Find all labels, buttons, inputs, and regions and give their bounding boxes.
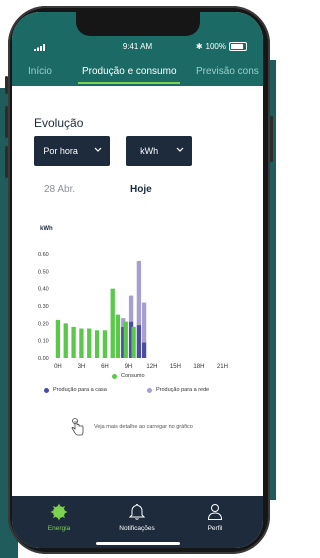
unit-select-value: kWh xyxy=(140,146,159,156)
legend-dot-consumo xyxy=(112,373,117,379)
bar-consumo xyxy=(55,319,61,358)
x-tick-label: 0H xyxy=(54,364,62,368)
x-tick-label: 9H xyxy=(125,364,133,368)
bar-producao-rede xyxy=(141,302,147,343)
energy-icon xyxy=(50,503,68,521)
bar-consumo xyxy=(131,326,136,358)
x-tick-label: 21H xyxy=(217,364,228,368)
bar-producao-rede xyxy=(128,295,134,322)
y-tick-label: 0.10 xyxy=(38,339,49,345)
nav-notificacoes-label: Notificações xyxy=(119,525,155,532)
mute-switch xyxy=(5,76,8,94)
y-tick-label: 0.60 xyxy=(38,252,49,258)
bar-consumo xyxy=(63,323,68,358)
bar-producao-casa xyxy=(136,325,142,358)
bar-consumo xyxy=(110,288,115,358)
bar-consumo xyxy=(87,328,92,358)
period-select[interactable]: Por hora xyxy=(34,136,110,166)
legend-label-casa: Produção para a casa xyxy=(53,387,107,393)
date-current[interactable]: Hoje xyxy=(130,184,152,195)
bar-consumo xyxy=(123,321,128,358)
nav-notificacoes[interactable]: Notificações xyxy=(102,502,172,532)
bar-producao-rede xyxy=(136,260,142,326)
volume-up-button xyxy=(5,106,8,138)
bar-consumo xyxy=(115,314,121,358)
section-title: Evolução xyxy=(34,116,84,130)
bar-consumo xyxy=(94,330,100,358)
y-tick-label: 0.30 xyxy=(38,304,49,310)
tab-previsao-consumo[interactable]: Previsão cons xyxy=(196,66,259,77)
legend-casa: Produção para a casa xyxy=(44,387,107,393)
bell-icon xyxy=(129,503,145,520)
bluetooth-icon: ✱ xyxy=(195,42,203,51)
x-tick-label: 3H xyxy=(78,364,86,368)
app-screen: 9:41 AM ✱ 100% Início Produção e consumo… xyxy=(12,12,263,548)
legend-dot-rede xyxy=(147,387,152,393)
hint-text: Veja mais detalhe ao carregar no gráfico xyxy=(94,424,193,430)
bar-consumo xyxy=(102,330,108,358)
x-tick-label: 18H xyxy=(193,364,204,368)
battery-icon xyxy=(229,42,247,51)
y-tick-label: 0.20 xyxy=(38,321,49,327)
chevron-down-icon xyxy=(94,147,102,152)
chart-hint: Veja mais detalhe ao carregar no gráfico xyxy=(70,418,193,436)
x-tick-label: 15H xyxy=(170,364,181,368)
nav-perfil-label: Perfil xyxy=(207,525,223,532)
power-button xyxy=(270,116,273,162)
y-tick-label: 0.50 xyxy=(38,269,49,275)
active-tab-indicator xyxy=(78,82,180,84)
date-previous[interactable]: 28 Abr. xyxy=(44,184,75,195)
x-tick-label: 12H xyxy=(146,364,157,368)
chart-svg[interactable]: kWh 0.00 0.10 0.20 0.30 0.40 0.50 0.60 0H 3H 6H 9H 1… xyxy=(12,208,263,370)
home-indicator xyxy=(96,542,180,545)
battery-percent: 100% xyxy=(205,42,226,51)
bar-consumo xyxy=(79,328,84,358)
tab-inicio[interactable]: Início xyxy=(28,66,52,77)
tab-producao-consumo[interactable]: Produção e consumo xyxy=(82,66,177,77)
y-axis-label: kWh xyxy=(40,226,53,232)
user-icon xyxy=(207,504,223,520)
nav-energia[interactable]: Energia xyxy=(24,502,94,532)
volume-down-button xyxy=(5,146,8,178)
nav-perfil[interactable]: Perfil xyxy=(180,502,250,532)
bar-producao-casa xyxy=(141,342,147,358)
phone-notch xyxy=(76,12,200,36)
energy-chart[interactable]: kWh 0.00 0.10 0.20 0.30 0.40 0.50 0.60 0H 3H 6H 9H 1… xyxy=(12,208,263,370)
legend-label-rede: Produção para a rede xyxy=(156,387,210,393)
status-right: ✱ 100% xyxy=(196,42,247,51)
y-tick-label: 0.00 xyxy=(38,356,49,362)
period-select-value: Por hora xyxy=(43,146,78,156)
legend-consumo: Consumo xyxy=(112,373,145,379)
unit-select[interactable]: kWh xyxy=(126,136,192,166)
legend-label-consumo: Consumo xyxy=(121,373,145,379)
legend-rede: Produção para a rede xyxy=(147,387,209,393)
status-bar: 9:41 AM ✱ 100% xyxy=(12,42,263,54)
bottom-nav: Energia Notificações Perfil xyxy=(12,496,263,548)
bar-consumo xyxy=(71,326,76,358)
legend-dot-casa xyxy=(44,387,49,393)
y-tick-label: 0.40 xyxy=(38,287,49,293)
x-tick-label: 6H xyxy=(101,364,109,368)
chevron-down-icon xyxy=(176,147,184,152)
nav-energia-label: Energia xyxy=(47,525,71,532)
tap-hand-icon xyxy=(71,418,84,436)
